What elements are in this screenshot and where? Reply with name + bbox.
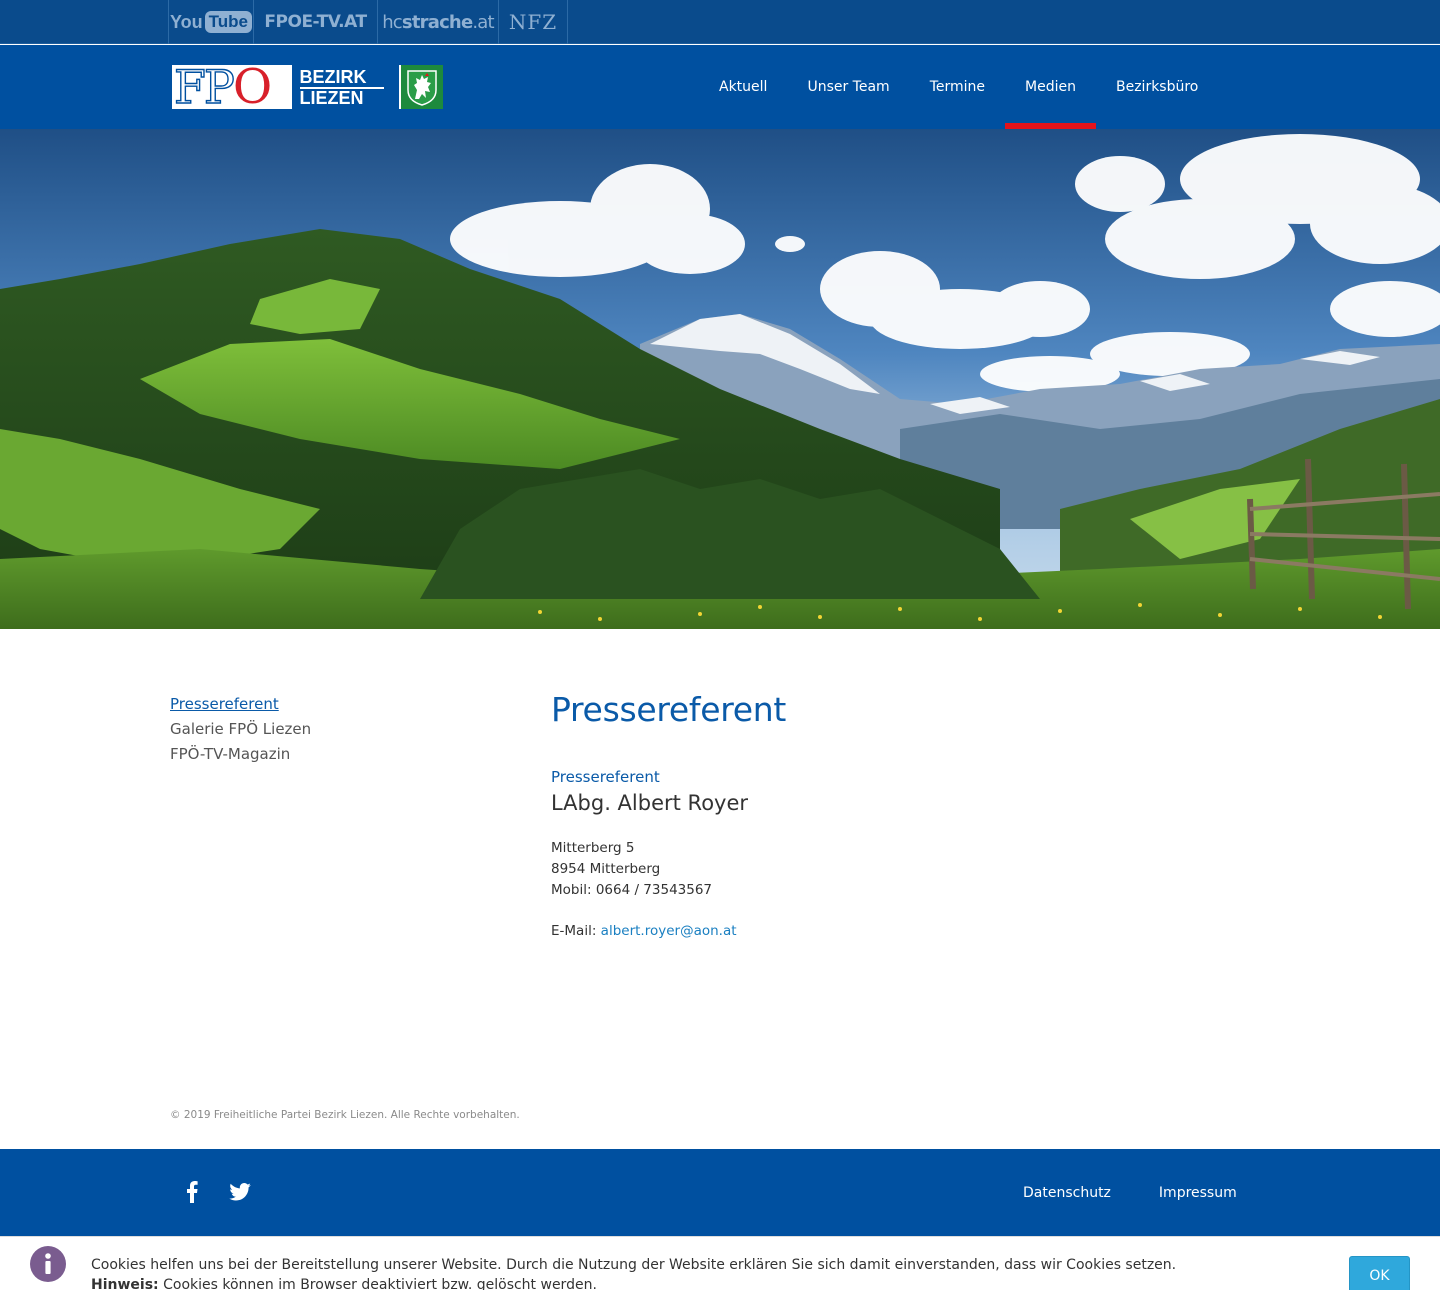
facebook-icon[interactable] <box>172 1177 212 1207</box>
contact-address: Mitterberg 5 8954 Mitterberg Mobil: 0664… <box>551 838 1251 901</box>
role-label: Pressereferent <box>551 768 660 786</box>
main-nav: Aktuell Unser Team Termine Medien Bezirk… <box>699 45 1218 129</box>
cookie-banner: Cookies helfen uns bei der Bereitstellun… <box>0 1236 1440 1290</box>
email-label: E-Mail: <box>551 923 597 939</box>
section-subnav: Pressereferent Galerie FPÖ Liezen FPÖ-TV… <box>170 692 311 767</box>
fpo-wordmark: FP O <box>173 59 272 115</box>
subnav-item-fpoe-tv-magazin[interactable]: FPÖ-TV-Magazin <box>170 742 311 767</box>
footer-links: Datenschutz Impressum <box>999 1149 1261 1236</box>
address-city: 8954 Mitterberg <box>551 861 661 877</box>
cookie-hint: Hinweis: Cookies können im Browser deakt… <box>91 1277 597 1290</box>
subnav-item-pressereferent[interactable]: Pressereferent <box>170 692 311 717</box>
email-row: E-Mail: albert.royer@aon.at <box>551 921 1251 942</box>
main-content: Pressereferent Pressereferent LAbg. Albe… <box>551 688 1251 942</box>
nav-item-termine[interactable]: Termine <box>910 45 1005 129</box>
subnav-item-galerie[interactable]: Galerie FPÖ Liezen <box>170 717 311 742</box>
hcstrache-link[interactable]: hc strache .at <box>378 0 499 44</box>
email-link[interactable]: albert.royer@aon.at <box>601 923 737 939</box>
cookie-message: Cookies helfen uns bei der Bereitstellun… <box>91 1255 1176 1290</box>
site-header: FP O BEZIRK LIEZEN Aktuell Unser Team Ter… <box>0 45 1440 129</box>
person-name: LAbg. Albert Royer <box>551 791 749 815</box>
cookie-text: Cookies helfen uns bei der Bereitstellun… <box>91 1257 1177 1273</box>
copyright-notice: © 2019 Freiheitliche Partei Bezirk Lieze… <box>170 1109 520 1121</box>
nav-item-aktuell[interactable]: Aktuell <box>699 45 787 129</box>
nav-item-unser-team[interactable]: Unser Team <box>787 45 909 129</box>
youtube-link[interactable]: You Tube <box>169 0 254 44</box>
footer-link-datenschutz[interactable]: Datenschutz <box>999 1185 1135 1201</box>
nav-item-bezirksbuero[interactable]: Bezirksbüro <box>1096 45 1218 129</box>
styria-panther-icon <box>399 65 443 109</box>
youtube-logo: You Tube <box>170 11 253 33</box>
district-label: BEZIRK LIEZEN <box>289 65 400 109</box>
info-icon <box>30 1246 66 1282</box>
partner-links: You Tube FPOE-TV.AT hc strache .at NFZ <box>168 0 568 44</box>
page-title: Pressereferent <box>551 690 787 729</box>
twitter-icon[interactable] <box>220 1177 260 1207</box>
footer-link-impressum[interactable]: Impressum <box>1135 1185 1261 1201</box>
site-logo[interactable]: FP O BEZIRK LIEZEN <box>171 59 444 115</box>
nav-item-medien[interactable]: Medien <box>1005 45 1096 129</box>
fpoe-tv-link[interactable]: FPOE-TV.AT <box>254 0 378 44</box>
nfz-link[interactable]: NFZ <box>499 0 568 44</box>
address-street: Mitterberg 5 <box>551 840 635 856</box>
partner-bar: You Tube FPOE-TV.AT hc strache .at NFZ <box>0 0 1440 44</box>
phone-mobile: Mobil: 0664 / 73543567 <box>551 882 713 898</box>
cookie-ok-button[interactable]: OK <box>1349 1256 1410 1290</box>
site-footer: Datenschutz Impressum <box>0 1149 1440 1236</box>
hero-image <box>0 129 1440 629</box>
